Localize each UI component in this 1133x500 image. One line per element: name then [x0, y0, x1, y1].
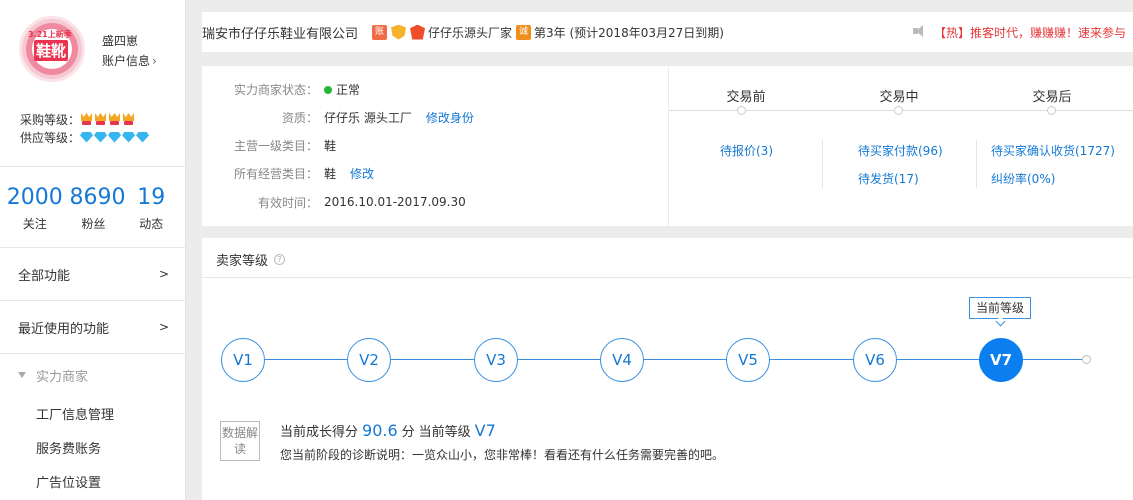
crown-icon: [94, 113, 107, 125]
level-node-v1: V1: [221, 338, 265, 382]
level-track-end: [1082, 355, 1091, 364]
stats-bar: 2000 关注 8690 粉丝 19 动态: [0, 166, 185, 248]
seller-level-panel: 卖家等级 ? 当前等级 V1 V2 V3 V4 V5 V6 V7 数据解读 当前…: [202, 238, 1133, 500]
top-bar: 瑞安市仔仔乐鞋业有限公司 账 仔仔乐源头厂家 诚 第3年 (预计2018年03月…: [186, 0, 1133, 56]
info-row-qualification: 资质： 仔仔乐 源头工厂 修改身份: [281, 109, 474, 126]
info-row-all-categories: 所有经营类目： 鞋 修改: [233, 165, 375, 182]
crown-icon: [80, 113, 93, 125]
avatar-caption: 3.21上新季: [28, 30, 72, 39]
sidebar-item-ad-settings[interactable]: 广告位设置: [0, 464, 185, 498]
payment-badge-icon[interactable]: 账: [372, 24, 388, 40]
sidebar: 3.21上新季 鞋靴 盛四崽 账户信息 › 采购等级： 供应等级： 2000 关…: [0, 0, 186, 500]
app-root: 3.21上新季 鞋靴 盛四崽 账户信息 › 采购等级： 供应等级： 2000 关…: [0, 0, 1133, 500]
crown-icon: [108, 113, 121, 125]
level-node-v6: V6: [853, 338, 897, 382]
diamond-icon: [122, 131, 136, 143]
hot-notice-link[interactable]: 【热】推客时代，赚赚赚！速来参与: [934, 24, 1126, 41]
stage-before: 交易前: [726, 90, 766, 105]
shield-badge-icon[interactable]: [391, 24, 407, 40]
level-node-v5: V5: [726, 338, 770, 382]
awaiting-receipt-link[interactable]: 待买家确认收货(1727): [991, 142, 1115, 159]
crown-icon: [122, 113, 135, 125]
growth-score: 90.6: [362, 421, 398, 440]
pending-quote-link[interactable]: 待报价(3): [720, 142, 773, 159]
diamond-icon: [136, 131, 150, 143]
stat-follow[interactable]: 2000 关注: [0, 167, 70, 247]
membership-year: 第3年 (预计2018年03月27日到期): [534, 25, 724, 40]
sidebar-item-factory-info[interactable]: 工厂信息管理: [0, 396, 185, 430]
section-strength-merchant[interactable]: 实力商家: [0, 354, 185, 396]
dispute-rate-link[interactable]: 纠纷率(0%): [991, 170, 1055, 187]
diamond-icon: [108, 131, 122, 143]
stat-activity[interactable]: 19 动态: [118, 167, 186, 247]
chevron-right-icon: >: [158, 320, 169, 334]
caret-down-icon: [18, 372, 26, 378]
diamond-icon: [94, 131, 108, 143]
source-factory-badge-icon[interactable]: [410, 24, 426, 40]
seller-level-title: 卖家等级 ?: [216, 250, 286, 269]
data-interpretation-button[interactable]: 数据解读: [220, 421, 260, 461]
current-level-value: V7: [474, 421, 496, 440]
sidebar-item-service-fee[interactable]: 服务费账务: [0, 430, 185, 464]
help-icon[interactable]: ?: [274, 254, 286, 265]
status-ok-icon: [324, 86, 332, 94]
chevron-right-icon: ›: [152, 54, 157, 68]
chevron-right-icon: >: [158, 267, 169, 281]
stage-node: [1047, 106, 1056, 115]
menu-recent-functions[interactable]: 最近使用的功能 >: [0, 301, 185, 354]
growth-score-line: 当前成长得分 90.6 分 当前等级 V7: [280, 421, 496, 440]
stage-node: [894, 106, 903, 115]
merchant-info-panel: 实力商家状态： 正常 资质： 仔仔乐 源头工厂 修改身份 主营一级类目： 鞋 所…: [202, 66, 668, 226]
current-level-tag: 当前等级: [969, 297, 1031, 319]
stage-after: 交易后: [1032, 90, 1072, 105]
stat-fans[interactable]: 8690 粉丝: [70, 167, 126, 247]
username: 盛四崽: [102, 34, 139, 48]
level-node-v4: V4: [600, 338, 644, 382]
brand-label: 仔仔乐源头厂家: [428, 25, 513, 40]
avatar-title: 鞋靴: [34, 40, 69, 61]
level-node-v3: V3: [474, 338, 518, 382]
level-badges: 采购等级： 供应等级：: [0, 96, 185, 166]
diamond-icon: [80, 131, 94, 143]
avatar[interactable]: 3.21上新季 鞋靴: [19, 16, 85, 82]
level-node-v2: V2: [347, 338, 391, 382]
speaker-icon: [913, 25, 925, 37]
level-node-v7-current: V7: [979, 338, 1023, 382]
supply-level: 供应等级：: [20, 128, 185, 146]
company-name: 瑞安市仔仔乐鞋业有限公司: [202, 26, 359, 42]
info-row-valid-time: 有效时间： 2016.10.01-2017.09.30: [257, 195, 466, 210]
modify-category-link[interactable]: 修改: [350, 165, 374, 182]
awaiting-payment-link[interactable]: 待买家付款(96): [858, 142, 943, 159]
awaiting-shipment-link[interactable]: 待发货(17): [858, 170, 919, 187]
info-row-main-category: 主营一级类目： 鞋: [233, 138, 337, 153]
account-info-link[interactable]: 账户信息 ›: [102, 52, 157, 69]
stage-during: 交易中: [879, 90, 919, 105]
stage-node: [737, 106, 746, 115]
info-row-status: 实力商家状态： 正常: [233, 82, 361, 97]
modify-identity-link[interactable]: 修改身份: [426, 109, 474, 126]
diagnosis-text: 您当前阶段的诊断说明：一览众山小，您非常棒！看看还有什么任务需要完善的吧。: [280, 448, 725, 462]
menu-all-functions[interactable]: 全部功能 >: [0, 248, 185, 301]
purchase-level: 采购等级：: [20, 110, 185, 128]
status-value: 正常: [336, 82, 361, 97]
transaction-panel: 交易前 交易中 交易后 待报价(3) 待买家付款(96) 待发货(17) 待买家…: [669, 66, 1133, 226]
integrity-badge-icon[interactable]: 诚: [516, 24, 532, 40]
profile-card: 3.21上新季 鞋靴 盛四崽 账户信息 ›: [0, 0, 185, 96]
